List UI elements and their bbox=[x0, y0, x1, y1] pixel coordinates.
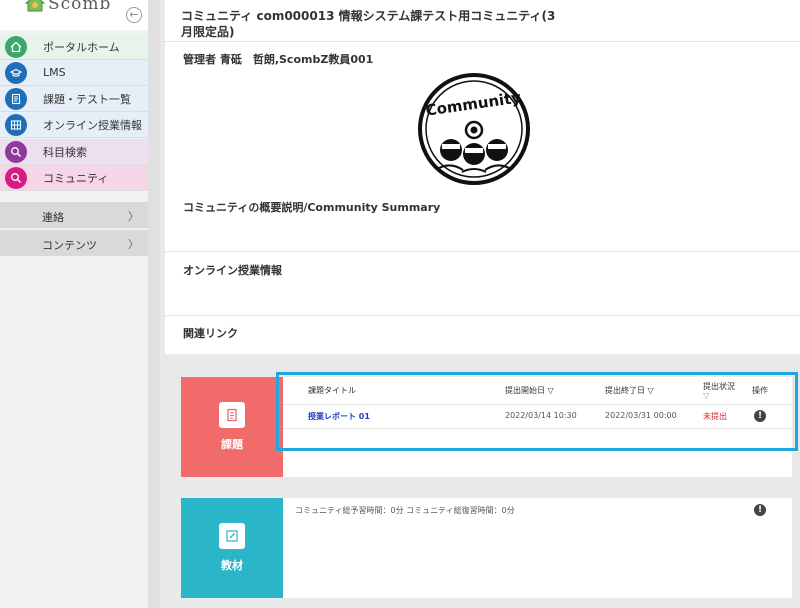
sub-item-contents[interactable]: コンテンツ 〉 bbox=[0, 230, 148, 257]
admin-info: 管理者 青砥 哲朗,ScombZ教員001 bbox=[183, 53, 374, 66]
nav-label: 科目検索 bbox=[43, 145, 87, 159]
sidebar: Scomb ← ポータルホーム LMS 課題・テスト一覧 オンライン授業情報 科… bbox=[0, 0, 148, 608]
nav-item-lms[interactable]: LMS bbox=[0, 60, 148, 86]
grid-icon bbox=[5, 113, 27, 136]
nav-item-assignments[interactable]: 課題・テスト一覧 bbox=[0, 86, 148, 112]
sub-item-label: コンテンツ bbox=[42, 239, 97, 252]
community-info-card: コミュニティ com000013 情報システム課テスト用コミュニティ(3月限定品… bbox=[165, 0, 800, 354]
nav-item-community[interactable]: コミュニティ bbox=[0, 165, 148, 191]
chevron-right-icon: 〉 bbox=[128, 238, 139, 251]
nav-label: コミュニティ bbox=[43, 171, 109, 185]
community-logo-image: Community bbox=[418, 73, 530, 185]
nav-item-portal-home[interactable]: ポータルホーム bbox=[0, 34, 148, 60]
nav-item-course-search[interactable]: 科目検索 bbox=[0, 139, 148, 165]
nav-label: オンライン授業情報 bbox=[43, 118, 142, 132]
document-icon bbox=[5, 87, 27, 110]
home-icon bbox=[5, 35, 27, 58]
nav-label: ポータルホーム bbox=[43, 40, 120, 54]
search-icon bbox=[5, 140, 27, 163]
sub-item-contact[interactable]: 連絡 〉 bbox=[0, 202, 148, 229]
online-class-label: オンライン授業情報 bbox=[183, 264, 282, 277]
summary-label: コミュニティの概要説明/Community Summary bbox=[183, 201, 441, 214]
materials-panel-side[interactable]: 教材 bbox=[181, 498, 283, 598]
arrow-left-icon[interactable]: ← bbox=[126, 7, 142, 23]
divider bbox=[165, 41, 800, 42]
logo-text: Scomb bbox=[48, 0, 112, 14]
graduation-cap-icon bbox=[5, 61, 27, 84]
divider bbox=[165, 251, 800, 252]
page-title: コミュニティ com000013 情報システム課テスト用コミュニティ(3月限定品… bbox=[181, 9, 556, 39]
more-options-icon[interactable]: ! bbox=[754, 504, 766, 516]
divider bbox=[165, 315, 800, 316]
search-icon bbox=[5, 166, 27, 189]
related-links-label: 関連リンク bbox=[183, 327, 238, 340]
materials-label: 教材 bbox=[221, 559, 243, 572]
edit-icon bbox=[219, 523, 245, 549]
logo[interactable]: Scomb ← bbox=[0, 0, 148, 30]
tasks-panel-side[interactable]: 課題 bbox=[181, 377, 283, 477]
nav-item-online-class[interactable]: オンライン授業情報 bbox=[0, 112, 148, 138]
nav-label: LMS bbox=[43, 66, 66, 79]
nav-label: 課題・テスト一覧 bbox=[43, 92, 131, 106]
study-time-text: コミュニティ総予習時間：0分 コミュニティ総復習時間：0分 bbox=[295, 506, 515, 515]
sidebar-divider bbox=[148, 0, 160, 608]
sub-item-label: 連絡 bbox=[42, 211, 64, 224]
highlight-box bbox=[276, 372, 798, 451]
document-icon bbox=[219, 402, 245, 428]
chevron-right-icon: 〉 bbox=[128, 210, 139, 223]
tasks-label: 課題 bbox=[221, 438, 243, 451]
house-logo-icon bbox=[24, 0, 46, 12]
